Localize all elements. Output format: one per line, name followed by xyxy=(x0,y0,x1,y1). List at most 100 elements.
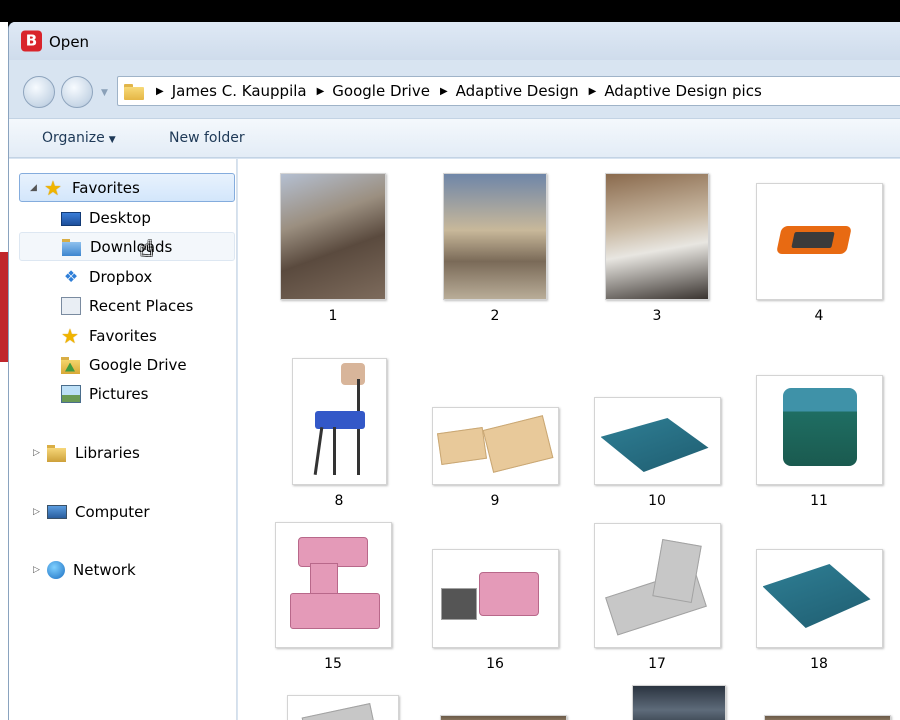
google-drive-icon xyxy=(61,356,81,374)
expand-arrow-icon[interactable]: ▷ xyxy=(33,565,40,575)
file-name: 3 xyxy=(652,308,662,324)
downloads-folder-icon xyxy=(62,238,82,256)
file-item[interactable]: 3 xyxy=(592,173,722,324)
nav-item-pictures[interactable]: Pictures xyxy=(9,379,237,408)
breadcrumb-separator-icon[interactable]: ▶ xyxy=(440,86,448,97)
file-name: 8 xyxy=(334,493,344,509)
command-toolbar: Organize ▼ New folder xyxy=(9,118,900,158)
dropbox-icon: ❖ xyxy=(63,266,79,286)
nav-item-label: Desktop xyxy=(89,208,151,227)
background-window-edge xyxy=(0,22,8,720)
app-logo-icon: B xyxy=(21,30,42,52)
dialog-title: Open xyxy=(49,33,90,51)
hand-cursor-icon: ☝ xyxy=(140,237,154,262)
new-folder-button[interactable]: New folder xyxy=(169,130,245,146)
breadcrumb-google-drive[interactable]: Google Drive xyxy=(332,82,430,100)
nav-item-recent-places[interactable]: Recent Places xyxy=(9,291,237,320)
forward-button[interactable] xyxy=(61,76,93,108)
chair-leg-shape xyxy=(332,427,336,475)
nav-item-computer[interactable]: ▷ Computer xyxy=(9,497,237,526)
file-list: 1 2 3 4 8 9 10 11 15 16 17 18 xyxy=(238,159,900,720)
nav-item-label: Libraries xyxy=(75,443,140,462)
chair-leg-shape xyxy=(313,427,323,475)
file-thumbnail xyxy=(593,523,721,648)
file-name: 1 xyxy=(328,308,338,324)
back-button[interactable] xyxy=(23,76,55,108)
file-item[interactable] xyxy=(762,715,892,720)
file-item[interactable]: 18 xyxy=(754,549,884,672)
network-icon xyxy=(47,560,65,579)
chair-back-shape xyxy=(340,363,365,385)
breadcrumb-separator-icon[interactable]: ▶ xyxy=(317,86,325,97)
file-thumbnail xyxy=(431,549,559,648)
file-thumbnail xyxy=(593,397,721,485)
nav-item-label: Google Drive xyxy=(89,355,187,374)
star-icon: ★ xyxy=(61,323,79,348)
navigation-bar: ▼ ▶ James C. Kauppila ▶ Google Drive ▶ A… xyxy=(9,68,900,112)
nav-item-google-drive[interactable]: Google Drive xyxy=(9,350,237,379)
nav-favorites-header[interactable]: ◢ ★ Favorites xyxy=(19,173,235,202)
file-thumbnail xyxy=(439,715,567,720)
file-name: 18 xyxy=(810,656,828,672)
cardboard-piece-shape xyxy=(436,426,487,466)
file-item[interactable]: 9 xyxy=(430,407,560,509)
nav-item-libraries[interactable]: ▷ Libraries xyxy=(9,438,237,467)
address-bar[interactable]: ▶ James C. Kauppila ▶ Google Drive ▶ Ada… xyxy=(117,76,900,106)
file-item[interactable]: 4 xyxy=(754,183,884,324)
nav-item-label: Pictures xyxy=(89,384,149,403)
open-dialog: B Open ▼ ▶ James C. Kauppila ▶ Google Dr… xyxy=(8,22,900,720)
file-name: 17 xyxy=(648,656,666,672)
nav-item-label: Downloads xyxy=(90,237,173,256)
file-thumbnail xyxy=(605,173,709,300)
breadcrumb-separator-icon[interactable]: ▶ xyxy=(156,86,164,97)
breadcrumb-james-c-kauppila[interactable]: James C. Kauppila xyxy=(172,82,307,100)
file-item[interactable]: 8 xyxy=(274,358,404,509)
file-name: 2 xyxy=(490,308,500,324)
dark-block-shape xyxy=(440,588,477,620)
file-item[interactable] xyxy=(278,695,408,720)
file-item[interactable]: 11 xyxy=(754,375,884,509)
file-thumbnail xyxy=(291,358,387,485)
star-icon: ★ xyxy=(44,175,62,200)
nav-item-label: Dropbox xyxy=(89,267,153,286)
file-thumbnail xyxy=(632,685,726,720)
file-item[interactable]: 10 xyxy=(592,397,722,509)
organize-button[interactable]: Organize ▼ xyxy=(42,130,116,146)
nav-item-downloads[interactable]: Downloads xyxy=(19,232,235,261)
expand-arrow-icon[interactable]: ▷ xyxy=(33,448,40,458)
file-name: 16 xyxy=(486,656,504,672)
file-thumbnail xyxy=(274,522,392,648)
file-item[interactable]: 15 xyxy=(268,522,398,672)
file-item[interactable] xyxy=(438,715,568,720)
gray-model-shape xyxy=(301,703,377,720)
background-window-accent xyxy=(0,252,8,362)
nav-item-label: Network xyxy=(73,560,136,579)
breadcrumb-separator-icon[interactable]: ▶ xyxy=(589,86,597,97)
expand-arrow-icon[interactable]: ◢ xyxy=(30,183,37,193)
title-bar[interactable]: B Open xyxy=(9,22,900,60)
pink-table-shape xyxy=(478,572,539,616)
file-item[interactable]: 16 xyxy=(430,549,560,672)
nav-item-label: Favorites xyxy=(72,178,140,197)
nav-item-label: Computer xyxy=(75,502,150,521)
file-thumbnail xyxy=(755,375,883,485)
pictures-icon xyxy=(61,384,81,403)
nav-item-dropbox[interactable]: ❖ Dropbox xyxy=(9,262,237,291)
computer-icon xyxy=(47,504,67,519)
nav-item-favorites[interactable]: ★ Favorites xyxy=(9,321,237,350)
file-item[interactable]: 17 xyxy=(592,523,722,672)
expand-arrow-icon[interactable]: ▷ xyxy=(33,507,40,517)
file-item[interactable] xyxy=(614,685,744,720)
file-thumbnail xyxy=(755,549,883,648)
breadcrumb-adaptive-design[interactable]: Adaptive Design xyxy=(456,82,579,100)
organize-label: Organize xyxy=(42,130,105,146)
file-thumbnail xyxy=(287,695,399,720)
file-name: 10 xyxy=(648,493,666,509)
nav-item-desktop[interactable]: Desktop xyxy=(9,203,237,232)
nav-item-network[interactable]: ▷ Network xyxy=(9,555,237,584)
breadcrumb-adaptive-design-pics[interactable]: Adaptive Design pics xyxy=(604,82,761,100)
file-thumbnail xyxy=(280,173,386,300)
file-item[interactable]: 1 xyxy=(268,173,398,324)
file-item[interactable]: 2 xyxy=(430,173,560,324)
recent-pages-dropdown-icon[interactable]: ▼ xyxy=(101,88,108,98)
